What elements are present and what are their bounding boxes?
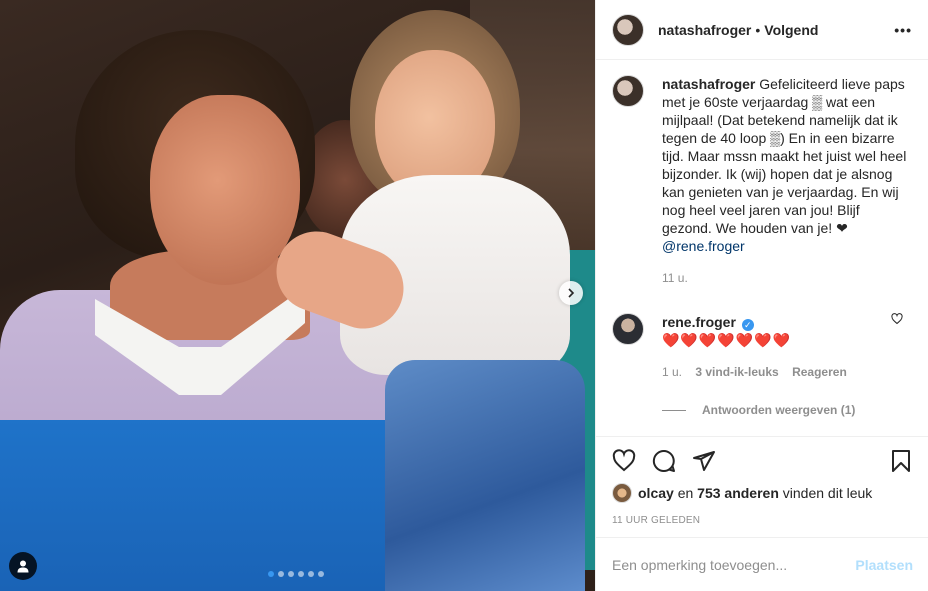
likes-count-button[interactable]: 753 anderen [697,485,779,501]
replies-divider [662,409,686,411]
save-icon[interactable] [889,449,913,473]
carousel-dot [308,571,314,577]
caption-text: Gefeliciteerd lieve paps met je 60ste ve… [662,76,907,236]
carousel-dot [268,571,274,577]
caption-avatar[interactable] [612,75,644,107]
likes-connector: en [677,485,694,501]
comment-meta: 1 u. 3 vind-ik-leuks Reageren [662,363,913,381]
liker-avatar[interactable] [612,483,632,503]
verified-badge-icon: ✓ [741,319,754,331]
comment-time[interactable]: 1 u. [662,365,682,379]
carousel-next-button[interactable] [559,281,583,305]
user-tag-icon [17,560,29,573]
comment-username[interactable]: rene.froger [662,314,736,330]
follow-button[interactable]: Volgend [764,22,818,38]
comment-text: ❤️❤️❤️❤️❤️❤️❤️ [662,332,792,348]
share-icon[interactable] [692,449,716,473]
carousel-dot [318,571,324,577]
post-header: natashafroger • Volgend ••• [596,0,928,60]
caption-mention[interactable]: @rene.froger [662,238,745,254]
header-username[interactable]: natashafroger [658,22,751,38]
carousel-dot [288,571,294,577]
comment-body: rene.froger ✓ ❤️❤️❤️❤️❤️❤️❤️ 1 u. 3 vind… [662,313,913,381]
caption-body: natashafroger Gefeliciteerd lieve paps m… [662,75,913,287]
instagram-post: natashafroger • Volgend ••• natashafroge… [0,0,928,591]
add-comment-bar: Plaatsen [596,537,928,591]
comment-input[interactable] [612,556,856,573]
heart-small-icon[interactable] [891,313,903,325]
chevron-right-icon [568,288,575,298]
heart-icon[interactable] [612,449,636,473]
carousel-dot [298,571,304,577]
avatar[interactable] [612,13,644,46]
more-icon[interactable]: ••• [894,22,912,38]
photo-jeans [385,360,585,591]
photo-man-face [150,95,300,285]
carousel-dot [278,571,284,577]
comment-avatar[interactable] [612,313,644,345]
caption-time[interactable]: 11 u. [662,271,688,285]
caption-meta: 11 u. [662,269,913,287]
post-photo[interactable] [0,0,595,591]
liker-username[interactable]: olcay [638,485,674,501]
reply-button[interactable]: Reageren [792,365,847,379]
comment-icon[interactable] [652,449,676,473]
caption-username[interactable]: natashafroger [662,76,755,92]
caption: natashafroger Gefeliciteerd lieve paps m… [612,75,913,287]
carousel-dots [268,571,324,577]
likes-suffix: vinden dit leuk [782,485,873,501]
comment-likes[interactable]: 3 vind-ik-leuks [695,365,778,379]
view-replies-label: Antwoorden weergeven (1) [702,403,856,417]
header-separator: • [755,21,761,38]
user-tag-button[interactable] [9,552,37,580]
post-actions: olcay en 753 anderen vinden dit leuk 11 … [596,436,928,526]
view-replies-button[interactable]: Antwoorden weergeven (1) [662,403,913,417]
post-side-panel: natashafroger • Volgend ••• natashafroge… [595,0,928,591]
comments-section: natashafroger Gefeliciteerd lieve paps m… [596,75,928,435]
comment: rene.froger ✓ ❤️❤️❤️❤️❤️❤️❤️ 1 u. 3 vind… [612,313,913,381]
action-icons [612,437,913,485]
post-comment-button[interactable]: Plaatsen [855,557,913,573]
post-timestamp[interactable]: 11 UUR GELEDEN [612,515,913,526]
likes-summary: olcay en 753 anderen vinden dit leuk [612,483,913,503]
